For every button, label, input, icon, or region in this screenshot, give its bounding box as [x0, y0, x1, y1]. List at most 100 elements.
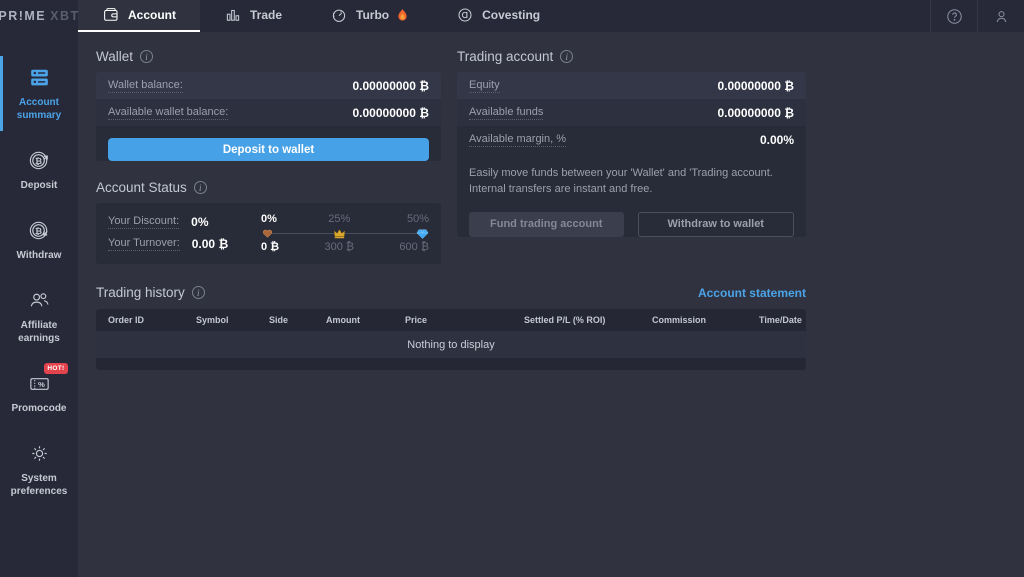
sidebar-item-label: Account summary	[3, 96, 75, 122]
wallet-balance-row: Wallet balance: 0.00000000 ₿	[96, 72, 441, 99]
account-statement-link[interactable]: Account statement	[698, 286, 806, 300]
col-time-date: Time/Date	[759, 315, 802, 325]
sidebar-item-affiliate-earnings[interactable]: Affiliate earnings	[0, 275, 78, 358]
milestone-amount: 300 ₿	[325, 240, 355, 254]
bronze-hands-icon	[261, 226, 274, 240]
milestone-0: 0% 0 ₿	[261, 212, 279, 254]
trading-history-info-icon[interactable]: i	[192, 286, 205, 299]
status-values: Your Discount: 0% Your Turnover: 0.00 ₿	[108, 212, 241, 254]
gear-icon	[27, 440, 52, 466]
sidebar-item-account-summary[interactable]: Account summary	[0, 52, 78, 135]
wallet-balance-label: Wallet balance:	[108, 79, 183, 93]
discount-pair: Your Discount: 0%	[108, 212, 241, 232]
flame-icon	[397, 9, 408, 22]
col-symbol: Symbol	[196, 315, 269, 325]
milestone-2: 50% 600 ₿	[399, 212, 429, 254]
tab-covesting-label: Covesting	[482, 8, 540, 22]
trading-account-panel: Equity 0.00000000 ₿ Available funds 0.00…	[457, 72, 806, 237]
tab-turbo-label: Turbo	[356, 8, 389, 22]
account-status-info-icon[interactable]: i	[194, 181, 207, 194]
sidebar-item-label: Withdraw	[17, 249, 62, 262]
wallet-panel: Wallet balance: 0.00000000 ₿ Available w…	[96, 72, 441, 161]
milestone-percent: 50%	[407, 212, 429, 226]
speedometer-icon	[330, 6, 348, 24]
available-funds-row: Available funds 0.00000000 ₿	[457, 99, 806, 126]
col-order-id: Order ID	[108, 315, 196, 325]
primexbt-logo[interactable]: PR!ME XBT	[0, 0, 78, 32]
turnover-label: Your Turnover:	[108, 237, 180, 251]
equity-row: Equity 0.00000000 ₿	[457, 72, 806, 99]
sidebar-item-label: Affiliate earnings	[3, 319, 75, 345]
trading-account-buttons: Fund trading account Withdraw to wallet	[469, 212, 794, 237]
tab-turbo[interactable]: Turbo	[306, 0, 432, 32]
tab-covesting[interactable]: Covesting	[432, 0, 564, 32]
available-wallet-balance-value: 0.00000000 ₿	[352, 106, 429, 120]
account-status-title-text: Account Status	[96, 180, 187, 195]
empty-state-row: Nothing to display	[96, 331, 806, 358]
available-wallet-balance-row: Available wallet balance: 0.00000000 ₿	[96, 99, 441, 126]
topbar-actions	[930, 0, 1024, 32]
trading-history-table: Order ID Symbol Side Amount Price Settle…	[96, 309, 806, 370]
equity-value: 0.00000000 ₿	[717, 79, 794, 93]
milestone-1: 25% 300 ₿	[325, 212, 355, 254]
svg-text:%: %	[38, 379, 45, 388]
sidebar: Account summary ₿ Deposit ₿ Withdraw Aff…	[0, 32, 78, 577]
tab-account[interactable]: Account	[78, 0, 200, 32]
svg-text:₿: ₿	[35, 225, 42, 235]
col-settled-pl: Settled P/L (% ROI)	[524, 315, 652, 325]
wallet-icon	[102, 6, 120, 24]
discount-value: 0%	[191, 215, 208, 229]
sidebar-item-label: Promocode	[11, 402, 66, 415]
main-content: Wallet i Wallet balance: 0.00000000 ₿ Av…	[78, 32, 1024, 577]
sidebar-item-withdraw[interactable]: ₿ Withdraw	[0, 205, 78, 275]
turnover-value: 0.00 ₿	[192, 237, 228, 251]
col-price: Price	[405, 315, 524, 325]
promocode-icon: % HOT!	[27, 370, 52, 396]
wallet-balance-value: 0.00000000 ₿	[352, 79, 429, 93]
withdraw-to-wallet-button[interactable]: Withdraw to wallet	[638, 212, 795, 237]
trading-history-title-text: Trading history	[96, 285, 185, 300]
sidebar-item-promocode[interactable]: % HOT! Promocode	[0, 358, 78, 428]
trading-account-section-title: Trading account i	[457, 48, 806, 65]
available-margin-value: 0.00%	[760, 133, 794, 147]
trading-history-section-title: Trading history i	[96, 284, 205, 301]
gold-crown-icon	[333, 226, 346, 240]
deposit-icon: ₿	[27, 147, 52, 173]
topbar: PR!ME XBT Account Trade Turbo Covesting	[0, 0, 1024, 32]
account-status-panel: Your Discount: 0% Your Turnover: 0.00 ₿ …	[96, 203, 441, 264]
available-margin-label: Available margin, %	[469, 133, 566, 147]
logo-primary: PR!ME	[0, 9, 46, 23]
wallet-section-title: Wallet i	[96, 48, 441, 65]
sidebar-item-deposit[interactable]: ₿ Deposit	[0, 135, 78, 205]
profile-button[interactable]	[977, 0, 1024, 32]
sidebar-item-system-preferences[interactable]: System preferences	[0, 428, 78, 511]
available-wallet-balance-label: Available wallet balance:	[108, 106, 228, 120]
trading-account-title-text: Trading account	[457, 49, 553, 64]
withdraw-icon: ₿	[27, 217, 52, 243]
col-commission: Commission	[652, 315, 759, 325]
trading-account-info-icon[interactable]: i	[560, 50, 573, 63]
empty-state-text: Nothing to display	[407, 339, 494, 351]
tab-trade[interactable]: Trade	[200, 0, 306, 32]
main-nav-tabs: Account Trade Turbo Covesting	[78, 0, 930, 32]
tab-trade-label: Trade	[250, 8, 282, 22]
col-side: Side	[269, 315, 326, 325]
svg-text:₿: ₿	[35, 155, 42, 165]
turnover-pair: Your Turnover: 0.00 ₿	[108, 234, 241, 254]
account-status-section-title: Account Status i	[96, 179, 441, 196]
table-footer	[96, 358, 806, 370]
wallet-info-icon[interactable]: i	[140, 50, 153, 63]
affiliate-icon	[27, 287, 52, 313]
discount-label: Your Discount:	[108, 215, 179, 229]
fund-trading-account-button[interactable]: Fund trading account	[469, 212, 624, 237]
deposit-to-wallet-button[interactable]: Deposit to wallet	[108, 138, 429, 161]
account-summary-icon	[27, 64, 52, 90]
milestone-percent: 0%	[261, 212, 277, 226]
hot-badge: HOT!	[44, 363, 67, 374]
covesting-icon	[456, 6, 474, 24]
available-funds-value: 0.00000000 ₿	[717, 106, 794, 120]
help-button[interactable]	[930, 0, 977, 32]
table-header-row: Order ID Symbol Side Amount Price Settle…	[96, 309, 806, 331]
available-margin-row: Available margin, % 0.00%	[457, 126, 806, 153]
tab-account-label: Account	[128, 8, 176, 22]
